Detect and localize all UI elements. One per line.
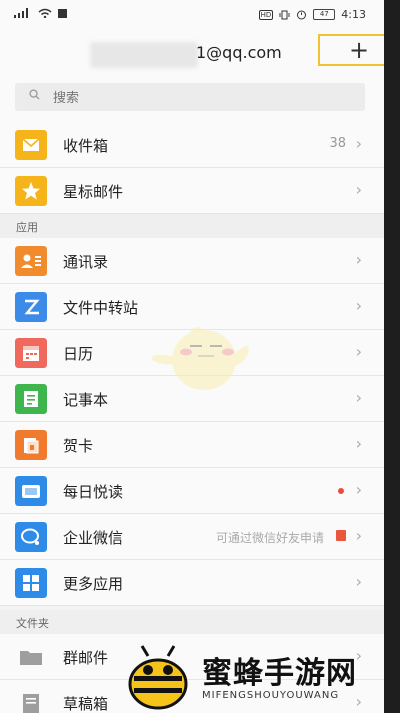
status-right-icons: HD 47 4:13 [258,8,366,21]
inbox-icon [15,130,47,160]
chevron-right-icon: › [355,180,362,199]
battery-icon: 47 [313,9,336,20]
contacts-label: 通讯录 [63,253,109,271]
search-bar[interactable] [15,83,365,111]
alarm-icon [297,10,307,20]
status-bar: HD 47 4:13 [0,0,384,30]
chevron-right-icon: › [355,296,362,315]
wecom-label: 企业微信 [63,529,124,547]
email-redacted-area [90,42,198,68]
inbox-label: 收件箱 [63,137,109,155]
mascot-watermark [151,327,249,390]
account-email[interactable]: 1@qq.com [196,43,282,62]
chevron-right-icon: › [355,480,362,499]
list-item-daily-read[interactable]: 每日悦读 › [0,468,384,514]
new-badge-icon [336,530,346,541]
calendar-icon [15,338,47,368]
calendar-label: 日历 [63,345,94,363]
status-left-icons [14,8,67,18]
chevron-right-icon: › [355,434,362,453]
greeting-card-label: 贺卡 [63,437,94,455]
vibrate-icon [279,10,290,19]
greeting-card-icon [15,430,47,460]
search-area [0,78,384,122]
group-mail-label: 群邮件 [63,649,109,667]
add-button[interactable]: + [349,36,369,64]
list-item-more-apps[interactable]: 更多应用 › [0,560,384,606]
list-item-inbox[interactable]: 收件箱 38 › [0,122,384,168]
group-mail-icon [20,651,42,665]
more-apps-label: 更多应用 [63,575,124,593]
list-item-wecom[interactable]: 企业微信 可通过微信好友申请 › [0,514,384,560]
hd-badge: HD [258,9,274,20]
wecom-hint: 可通过微信好友申请 [215,531,324,545]
bee-logo-icon [128,645,188,710]
signal-icon [14,8,28,18]
chevron-right-icon: › [355,342,362,361]
drafts-label: 草稿箱 [63,695,109,713]
file-transfer-icon [15,292,47,322]
section-folders-label: 文件夹 [16,617,49,630]
file-transfer-label: 文件中转站 [63,299,139,317]
search-icon [29,89,40,100]
phone-edge [384,0,400,713]
site-watermark: 蜜蜂手游网 MIFENGSHOUYOUWANG [118,642,384,713]
notepad-icon [15,384,47,414]
chevron-right-icon: › [355,388,362,407]
phone-screen: HD 47 4:13 1@qq.com + 收件箱 38 › 星标邮件 › 应用… [0,0,384,713]
drafts-icon [23,694,39,713]
daily-read-icon [15,476,47,506]
chevron-right-icon: › [355,572,362,591]
starred-label: 星标邮件 [63,183,124,201]
inbox-count: 38 [329,136,346,151]
star-icon [15,176,47,206]
list-item-starred[interactable]: 星标邮件 › [0,168,384,214]
search-input[interactable] [51,90,255,107]
unread-dot [338,488,344,494]
notepad-label: 记事本 [63,391,109,409]
section-apps-label: 应用 [16,221,38,234]
chevron-right-icon: › [355,526,362,545]
contacts-icon [15,246,47,276]
more-apps-icon [15,568,47,598]
section-header-apps: 应用 [0,214,384,238]
status-time: 4:13 [341,8,366,21]
wecom-icon [15,522,47,552]
section-header-folders: 文件夹 [0,610,384,634]
notification-icon [58,8,67,18]
chevron-right-icon: › [355,250,362,269]
watermark-subtitle: MIFENGSHOUYOUWANG [202,690,340,701]
watermark-title: 蜜蜂手游网 [202,656,357,691]
account-header: 1@qq.com + [0,30,384,78]
list-item-contacts[interactable]: 通讯录 › [0,238,384,284]
chevron-right-icon: › [355,134,362,153]
list-item-greeting-card[interactable]: 贺卡 › [0,422,384,468]
daily-read-label: 每日悦读 [63,483,124,501]
wifi-icon [38,8,52,18]
